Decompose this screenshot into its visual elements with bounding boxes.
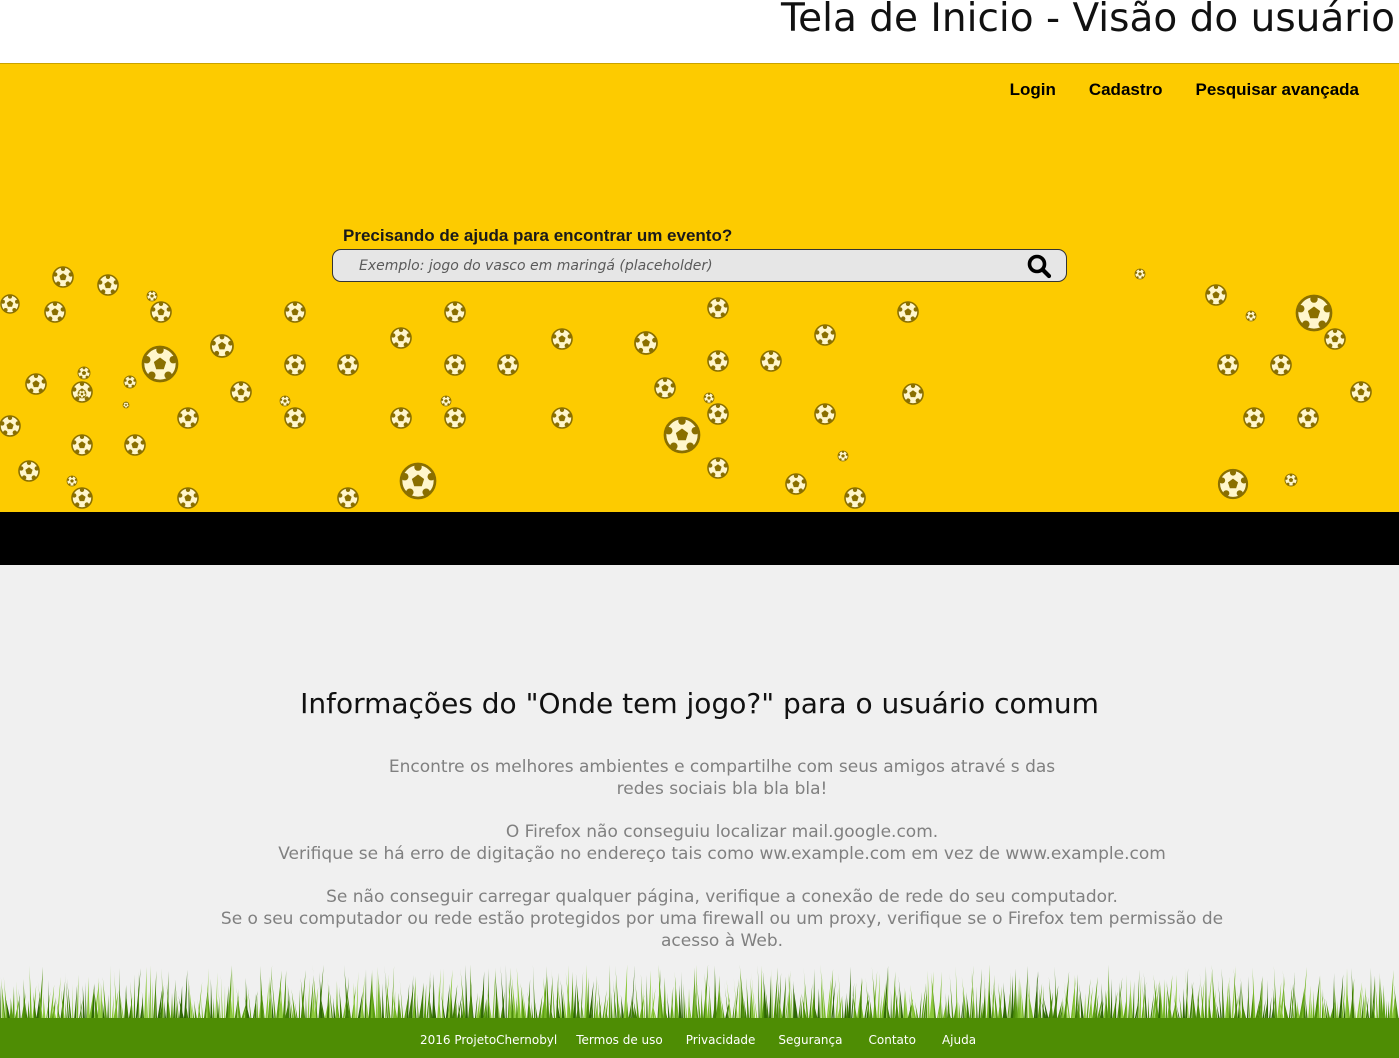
info-line: Verifique se há erro de digitação no end… — [278, 843, 1166, 864]
info-line: redes sociais bla bla bla! — [616, 778, 828, 799]
info-heading: Informações do "Onde tem jogo?" para o u… — [300, 687, 1099, 720]
soccer-ball-icon — [71, 487, 93, 509]
footer-link-help[interactable]: Ajuda — [942, 1033, 976, 1047]
soccer-ball-icon — [551, 407, 573, 429]
soccer-ball-icon — [707, 350, 729, 372]
soccer-ball-icon — [44, 301, 66, 323]
soccer-ball-icon — [66, 475, 78, 487]
soccer-ball-icon — [230, 381, 252, 403]
soccer-ball-icon — [399, 462, 437, 500]
soccer-ball-icon — [1297, 407, 1319, 429]
footer-link-contact[interactable]: Contato — [869, 1033, 916, 1047]
soccer-ball-icon — [0, 294, 20, 314]
soccer-ball-icon — [0, 415, 21, 437]
hero-banner: Login Cadastro Pesquisar avançada Precis… — [0, 63, 1399, 513]
soccer-ball-icon — [634, 331, 658, 355]
soccer-ball-pattern — [0, 266, 1372, 509]
soccer-ball-icon — [1245, 310, 1257, 322]
login-link[interactable]: Login — [1010, 80, 1056, 100]
footer: 2016 ProjetoChernobyl Termos de uso Priv… — [0, 1018, 1399, 1058]
search-label: Precisando de ajuda para encontrar um ev… — [343, 226, 733, 245]
black-band — [0, 512, 1399, 565]
soccer-ball-icon — [440, 395, 452, 407]
soccer-ball-icon — [707, 457, 729, 479]
soccer-ball-icon — [124, 434, 146, 456]
soccer-ball-icon — [551, 328, 573, 350]
soccer-ball-icon — [902, 383, 924, 405]
info-section: Informações do "Onde tem jogo?" para o u… — [0, 565, 1399, 1019]
info-line: Se o seu computador ou rede estão proteg… — [220, 908, 1224, 929]
soccer-ball-icon — [141, 345, 179, 383]
footer-copyright: 2016 ProjetoChernobyl — [420, 1033, 558, 1047]
soccer-ball-icon — [444, 407, 466, 429]
soccer-ball-icon — [897, 301, 919, 323]
soccer-ball-icon — [279, 395, 291, 407]
soccer-ball-icon — [663, 416, 701, 454]
soccer-ball-icon — [1205, 284, 1227, 306]
search-input[interactable] — [359, 250, 1019, 281]
soccer-ball-icon — [837, 450, 849, 462]
soccer-ball-icon — [654, 377, 676, 399]
soccer-ball-icon — [1134, 268, 1146, 280]
info-line: Se não conseguir carregar qualquer págin… — [326, 887, 1118, 908]
footer-link-terms[interactable]: Termos de uso — [576, 1033, 663, 1047]
info-text: Encontre os melhores ambientes e compart… — [210, 757, 1234, 952]
soccer-ball-icon — [814, 324, 836, 346]
advanced-search-link[interactable]: Pesquisar avançada — [1196, 80, 1359, 100]
soccer-ball-icon — [146, 290, 158, 302]
soccer-ball-icon — [497, 354, 519, 376]
page-title: Tela de Inicio - Visão do usuário — [780, 0, 1395, 41]
soccer-ball-icon — [703, 392, 715, 404]
soccer-ball-icon — [707, 297, 729, 319]
info-line: acesso à Web. — [660, 930, 784, 951]
soccer-ball-icon — [390, 327, 412, 349]
soccer-ball-icon — [1284, 473, 1298, 487]
soccer-ball-icon — [177, 487, 199, 509]
grass-decoration — [0, 965, 1399, 1020]
soccer-ball-icon — [97, 274, 119, 296]
signup-link[interactable]: Cadastro — [1089, 80, 1163, 100]
soccer-ball-icon — [52, 266, 74, 288]
soccer-ball-icon — [1217, 468, 1249, 500]
soccer-ball-icon — [18, 460, 40, 482]
info-line: O Firefox não conseguiu localizar mail.g… — [505, 822, 939, 843]
soccer-ball-icon — [1243, 407, 1265, 429]
footer-link-security[interactable]: Segurança — [778, 1033, 842, 1047]
footer-link-privacy[interactable]: Privacidade — [686, 1033, 756, 1047]
soccer-ball-icon — [77, 389, 87, 399]
soccer-ball-icon — [707, 403, 729, 425]
soccer-ball-icon — [284, 301, 306, 323]
soccer-ball-icon — [1324, 328, 1346, 350]
soccer-ball-icon — [123, 375, 137, 389]
soccer-ball-icon — [284, 354, 306, 376]
soccer-ball-icon — [1350, 381, 1372, 403]
soccer-ball-icon — [1295, 294, 1333, 332]
soccer-ball-icon — [444, 301, 466, 323]
soccer-ball-icon — [284, 407, 306, 429]
soccer-ball-icon — [25, 373, 47, 395]
soccer-ball-icon — [337, 487, 359, 509]
soccer-ball-icon — [1270, 354, 1292, 376]
info-line: Encontre os melhores ambientes e compart… — [388, 757, 1056, 777]
soccer-ball-icon — [77, 366, 91, 380]
top-nav: Login Cadastro Pesquisar avançada — [1010, 80, 1359, 100]
soccer-ball-icon — [785, 473, 807, 495]
soccer-ball-icon — [844, 487, 866, 509]
search-box — [332, 249, 1067, 282]
soccer-ball-icon — [210, 334, 234, 358]
soccer-ball-icon — [444, 354, 466, 376]
search-icon[interactable] — [1026, 253, 1052, 279]
soccer-ball-icon — [122, 401, 130, 409]
soccer-ball-icon — [337, 354, 359, 376]
soccer-ball-icon — [71, 434, 93, 456]
soccer-ball-icon — [150, 301, 172, 323]
soccer-ball-icon — [760, 350, 782, 372]
soccer-ball-icon — [177, 407, 199, 429]
soccer-ball-icon — [390, 407, 412, 429]
soccer-ball-icon — [814, 403, 836, 425]
soccer-ball-icon — [1217, 354, 1239, 376]
